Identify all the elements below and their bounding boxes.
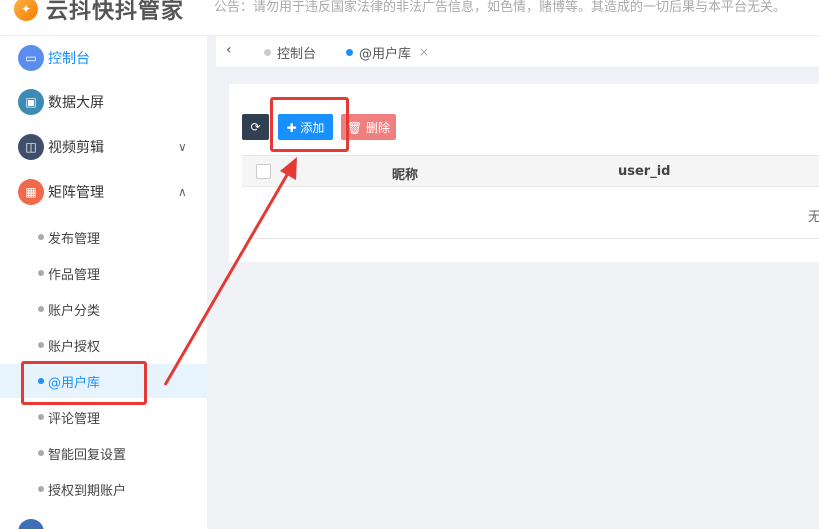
sidebar: ▭ 控制台 ▣ 数据大屏 ◫ 视频剪辑 ∨ ▦ 矩阵管理 ∧ 发布管理 作品管理… [0, 36, 207, 529]
sidebar-subitem-label: 发布管理 [48, 231, 101, 247]
matrix-icon: ▦ [18, 179, 44, 205]
bullet-icon [38, 486, 44, 492]
sidebar-item-next[interactable] [0, 514, 207, 529]
video-edit-icon: ◫ [18, 134, 44, 160]
logo-text: 云抖快抖管家 [46, 0, 185, 24]
logo-icon: ✦ [14, 0, 38, 21]
column-header-user-id: user_id [618, 164, 671, 179]
tab-console[interactable]: 控制台 [264, 36, 316, 68]
sidebar-subitem-works[interactable]: 作品管理 [0, 256, 207, 290]
sidebar-subitem-label: 智能回复设置 [48, 447, 127, 463]
sidebar-subitem-account-category[interactable]: 账户分类 [0, 292, 207, 326]
sidebar-subitem-publish[interactable]: 发布管理 [0, 220, 207, 254]
empty-text: 无 [808, 210, 819, 225]
user-table: 昵称 user_id 无 [242, 155, 819, 239]
annotation-box-user-library [21, 361, 147, 405]
tab-label: 控制台 [277, 46, 317, 62]
sidebar-subitem-label: 评论管理 [48, 411, 101, 427]
chevron-down-icon[interactable]: ∨ [178, 140, 187, 154]
sidebar-item-label: 视频剪辑 [48, 140, 104, 156]
sidebar-item-console[interactable]: ▭ 控制台 [0, 40, 207, 76]
tab-label: @用户库 [359, 46, 412, 62]
sidebar-subitem-expired-accounts[interactable]: 授权到期账户 [0, 472, 207, 506]
monitor-icon: ▭ [18, 45, 44, 71]
screen-icon: ▣ [18, 89, 44, 115]
table-header: 昵称 user_id [242, 155, 819, 187]
tab-bar: ‹ 控制台 @用户库 × [216, 36, 819, 68]
sidebar-subitem-account-auth[interactable]: 账户授权 [0, 328, 207, 362]
sidebar-subitem-label: 账户授权 [48, 339, 101, 355]
close-icon[interactable]: × [419, 45, 429, 59]
sidebar-subitem-smart-reply[interactable]: 智能回复设置 [0, 436, 207, 470]
sidebar-item-video-edit[interactable]: ◫ 视频剪辑 ∨ [0, 129, 207, 165]
chevron-up-icon[interactable]: ∧ [178, 185, 187, 199]
bullet-icon [38, 414, 44, 420]
chevron-left-icon[interactable]: ‹ [226, 42, 232, 58]
table-body: 无 [242, 187, 819, 239]
sidebar-subitem-comments[interactable]: 评论管理 [0, 400, 207, 434]
delete-button[interactable]: 🗑 删除 [341, 114, 396, 140]
sidebar-subitem-label: 作品管理 [48, 267, 101, 283]
bullet-icon [38, 234, 44, 240]
column-header-nickname: 昵称 [392, 168, 419, 183]
app-logo[interactable]: ✦ 云抖快抖管家 [14, 0, 184, 24]
tab-dot-icon [346, 48, 353, 56]
sidebar-subitem-label: 授权到期账户 [48, 483, 127, 499]
bullet-icon [38, 450, 44, 456]
annotation-box-add [270, 97, 349, 152]
bullet-icon [38, 306, 44, 312]
sidebar-item-label: 矩阵管理 [48, 185, 104, 201]
bullet-icon [38, 342, 44, 348]
sidebar-item-label: 控制台 [48, 51, 90, 67]
tab-user-library[interactable]: @用户库 × [346, 36, 429, 68]
top-bar: ✦ 云抖快抖管家 公告：请勿用于违反国家法律的非法广告信息，如色情，赌博等。其造… [0, 0, 819, 36]
bullet-icon [38, 270, 44, 276]
tab-dot-icon [264, 48, 271, 56]
refresh-button[interactable]: ⟳ [242, 114, 269, 140]
select-all-checkbox[interactable] [256, 164, 271, 179]
sidebar-item-label: 数据大屏 [48, 95, 104, 111]
sidebar-item-matrix[interactable]: ▦ 矩阵管理 ∧ [0, 174, 207, 210]
sidebar-subitem-label: 账户分类 [48, 303, 101, 319]
menu-icon [18, 519, 44, 529]
notice-text: 公告：请勿用于违反国家法律的非法广告信息，如色情，赌博等。其造成的一切后果与本平… [214, 0, 787, 15]
sidebar-item-data-screen[interactable]: ▣ 数据大屏 [0, 84, 207, 120]
